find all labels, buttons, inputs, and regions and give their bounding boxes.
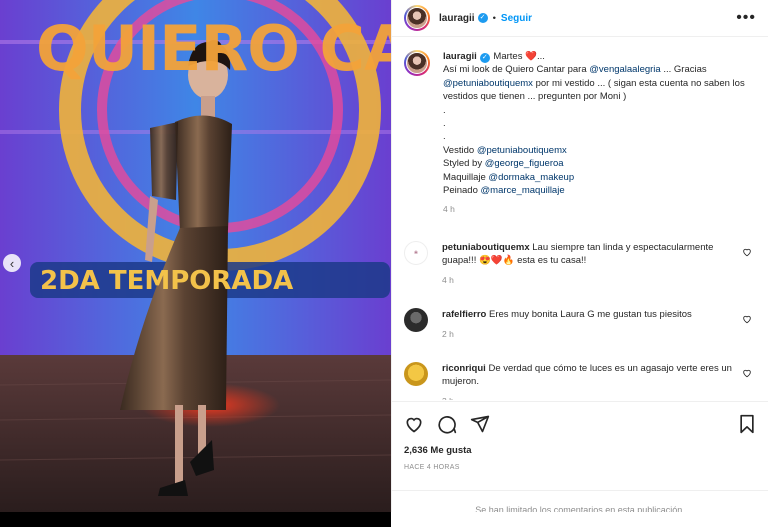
comment-bubble-icon[interactable] [437,414,457,434]
caption-dot: . [443,118,446,130]
comment-time[interactable]: 2 h [442,328,742,341]
post-header: lauragii ✓ • Seguir ••• [392,0,768,37]
chevron-left-icon: ‹ [9,255,15,271]
like-comment-heart-icon[interactable] [742,368,752,378]
caption-text: Así mi look de Quiero Cantar para [443,64,590,76]
verified-badge-icon: ✓ [479,53,490,63]
more-options-icon[interactable]: ••• [736,9,756,27]
comment-item: rafelfierro Eres muy bonita Laura G me g… [404,308,756,341]
mention-link[interactable]: @vengalaalegria [589,64,660,75]
commenter-username[interactable]: riconriqui [442,363,486,374]
mention-link[interactable]: @dormaka_makeup [488,172,574,183]
credit-line: Vestido @petuniaboutiquemx [443,144,567,156]
credit-line: Styled by @george_figueroa [443,158,564,170]
caption-avatar[interactable] [404,50,430,76]
likes-count[interactable]: 2,636 Me gusta [404,445,756,456]
commenter-avatar[interactable] [404,308,428,333]
comment-time[interactable]: 4 h [442,274,742,287]
like-heart-icon[interactable] [404,414,424,434]
commenter-username[interactable]: petuniaboutiquemx [442,242,530,253]
caption-time[interactable]: 4 h [443,203,753,216]
posted-time[interactable]: HACE 4 HORAS [404,464,756,471]
bottom-strip [0,512,768,527]
like-comment-heart-icon[interactable] [742,314,752,324]
caption-text: ... Gracias [660,64,707,76]
author-avatar[interactable] [404,5,430,31]
save-bookmark-icon[interactable] [738,414,756,434]
commenter-avatar[interactable]: ❀ [404,240,428,265]
sign-quiero-cantar: QUIERO CANTAR [36,18,391,80]
post-side-panel: lauragii ✓ • Seguir ••• lauragii ✓ Martes… [391,0,768,515]
comment-item: ❀ petuniaboutiquemx Lau siempre tan lind… [404,240,756,287]
instagram-post-modal: QUIERO CANTAR 2DA TEMPORADA ‹ lauragii ✓… [0,0,768,527]
commenter-avatar[interactable] [404,361,428,386]
comment-text: Eres muy bonita Laura G me gustan tus pi… [486,309,692,321]
mention-link[interactable]: @petuniaboutiquemx [443,78,533,89]
comment-time[interactable]: 3 h [442,395,742,400]
comment-text: De verdad que cómo te luces es un agasaj… [442,362,732,388]
share-paper-plane-icon[interactable] [470,414,490,434]
caption-line-1: Martes ❤️... [490,51,545,62]
previous-image-button[interactable]: ‹ [3,254,21,272]
mention-link[interactable]: @petuniaboutiquemx [477,145,567,156]
post-actions: 2,636 Me gusta HACE 4 HORAS [392,401,768,471]
comments-section[interactable]: lauragii ✓ Martes ❤️... Así mi look de Qu… [392,38,768,400]
commenter-username[interactable]: rafelfierro [442,309,486,320]
separator-dot: • [492,12,496,24]
caption-dot: . [443,131,446,143]
post-caption: lauragii ✓ Martes ❤️... Así mi look de Qu… [404,50,756,217]
mention-link[interactable]: @george_figueroa [485,158,564,169]
credit-line: Maquillaje @dormaka_makeup [443,171,575,183]
verified-badge-icon: ✓ [477,13,488,23]
comment-item: riconriqui De verdad que cómo te luces e… [404,361,756,400]
mention-link[interactable]: @marce_maquillaje [481,185,565,196]
follow-button[interactable]: Seguir [501,13,532,24]
author-username[interactable]: lauragii [439,13,475,24]
caption-dot: . [443,104,446,116]
like-comment-heart-icon[interactable] [742,247,752,257]
caption-username[interactable]: lauragii [443,51,477,62]
credit-line: Peinado @marce_maquillaje [443,185,565,197]
sign-season: 2DA TEMPORADA [40,266,294,296]
post-image[interactable]: QUIERO CANTAR 2DA TEMPORADA ‹ [0,0,391,512]
